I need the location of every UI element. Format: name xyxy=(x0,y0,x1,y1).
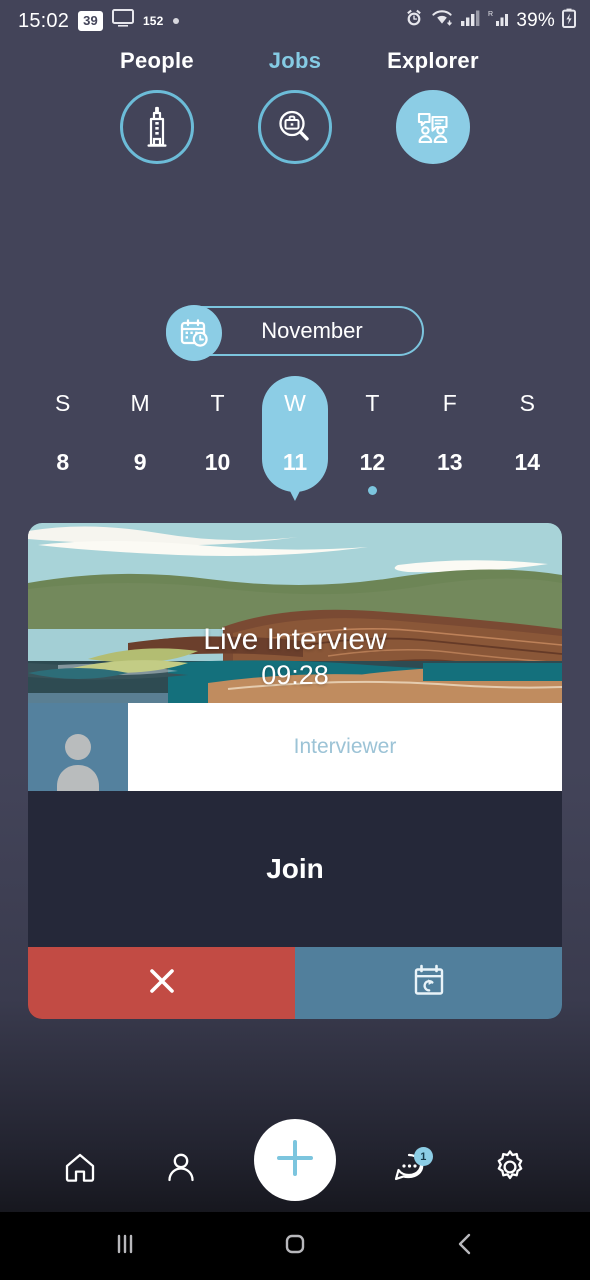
day-cell-12[interactable]: T 12 xyxy=(334,390,411,495)
week-strip: S 8 M 9 T 10 W 11 T 12 F 13 S 14 xyxy=(0,376,590,495)
day-number-label: 9 xyxy=(133,449,147,475)
day-cell-13[interactable]: F 13 xyxy=(411,390,488,495)
day-cell-11-selected[interactable]: W 11 xyxy=(256,376,333,495)
day-cell-10[interactable]: T 10 xyxy=(179,390,256,495)
day-of-week-label: T xyxy=(210,390,225,416)
join-button[interactable]: Join xyxy=(28,791,562,947)
status-bar-left: 15:02 39 152 xyxy=(18,9,179,33)
day-of-week-label: W xyxy=(284,390,306,416)
home-button[interactable] xyxy=(265,1224,325,1268)
building-icon[interactable] xyxy=(120,90,194,164)
day-of-week-label: T xyxy=(365,390,380,416)
reschedule-interview-button[interactable] xyxy=(295,947,562,1019)
event-card-actions xyxy=(28,947,562,1019)
calendar-clock-icon[interactable] xyxy=(166,305,222,361)
back-button[interactable] xyxy=(435,1224,495,1268)
day-number-label: 8 xyxy=(56,449,70,475)
battery-percent-label: 39% xyxy=(516,10,555,31)
month-selector[interactable]: November xyxy=(166,305,424,361)
status-bar: 15:02 39 152 R 39% xyxy=(0,0,590,42)
day-cell-8[interactable]: S 8 xyxy=(24,390,101,495)
cancel-interview-button[interactable] xyxy=(28,947,295,1019)
people-chat-icon[interactable] xyxy=(396,90,470,164)
day-of-week-label: M xyxy=(130,390,150,416)
wifi-icon xyxy=(431,9,453,33)
monitor-icon xyxy=(111,9,134,33)
status-bar-data-count: 152 xyxy=(142,14,164,28)
home-square-icon xyxy=(280,1229,310,1264)
gear-icon xyxy=(491,1148,529,1191)
day-number-label: 13 xyxy=(437,449,463,475)
recents-icon xyxy=(110,1229,140,1264)
event-dot xyxy=(367,486,377,495)
bottom-nav-item-messages[interactable]: 1 xyxy=(381,1141,437,1197)
top-nav-item-explorer[interactable]: Explorer xyxy=(364,48,502,164)
interviewer-row: Interviewer xyxy=(28,703,562,791)
recents-button[interactable] xyxy=(95,1224,155,1268)
briefcase-search-icon[interactable] xyxy=(258,90,332,164)
event-hero-text: Live Interview 09:28 xyxy=(28,623,562,693)
day-of-week-label: F xyxy=(442,390,457,416)
top-nav-label-jobs: Jobs xyxy=(268,48,322,73)
interviewer-name-label: Interviewer xyxy=(293,735,397,758)
home-icon xyxy=(61,1148,99,1191)
day-number-label: 14 xyxy=(514,449,541,475)
event-time: 09:28 xyxy=(261,659,329,690)
event-title: Live Interview xyxy=(203,623,387,657)
notification-count-badge: 39 xyxy=(78,11,103,31)
top-nav-label-explorer: Explorer xyxy=(387,48,479,73)
system-navigation-bar xyxy=(0,1212,590,1280)
top-nav-item-people[interactable]: People xyxy=(88,48,226,164)
bottom-nav-item-home[interactable] xyxy=(52,1141,108,1197)
plus-icon xyxy=(272,1135,318,1186)
person-avatar-icon xyxy=(28,703,128,791)
event-card-hero: Live Interview 09:28 xyxy=(28,523,562,703)
back-chevron-icon xyxy=(450,1229,480,1264)
day-of-week-label: S xyxy=(519,390,535,416)
day-number-label: 11 xyxy=(282,449,308,475)
close-x-icon xyxy=(144,963,180,1004)
top-nav-label-people: People xyxy=(120,48,194,73)
join-button-label: Join xyxy=(266,853,324,884)
status-bar-clock: 15:02 xyxy=(18,9,70,32)
event-card[interactable]: Live Interview 09:28 Interviewer Join xyxy=(28,523,562,1019)
alarm-icon xyxy=(404,8,424,34)
day-of-week-label: S xyxy=(55,390,71,416)
battery-charging-icon xyxy=(562,8,576,34)
bottom-nav-bar: 1 xyxy=(0,1119,590,1212)
person-icon xyxy=(162,1148,200,1191)
signal-bars-icon xyxy=(460,9,480,33)
month-selector-row: November xyxy=(0,305,590,361)
day-number-label: 12 xyxy=(359,449,386,475)
day-cell-9[interactable]: M 9 xyxy=(101,390,178,495)
calendar-reschedule-icon xyxy=(409,961,449,1006)
top-nav-item-jobs[interactable]: Jobs xyxy=(226,48,364,164)
day-number-label: 10 xyxy=(204,449,231,475)
roaming-signal-icon: R xyxy=(487,9,509,33)
bottom-nav-item-profile[interactable] xyxy=(153,1141,209,1197)
message-count-badge: 1 xyxy=(413,1147,433,1166)
day-cell-14[interactable]: S 14 xyxy=(489,390,566,495)
status-bar-right: R 39% xyxy=(404,8,576,34)
bottom-nav-item-settings[interactable] xyxy=(482,1141,538,1197)
dot-icon xyxy=(172,18,179,24)
svg-text:R: R xyxy=(488,11,493,18)
add-fab-button[interactable] xyxy=(253,1119,336,1201)
top-category-nav: People Jobs Explorer xyxy=(0,42,590,164)
